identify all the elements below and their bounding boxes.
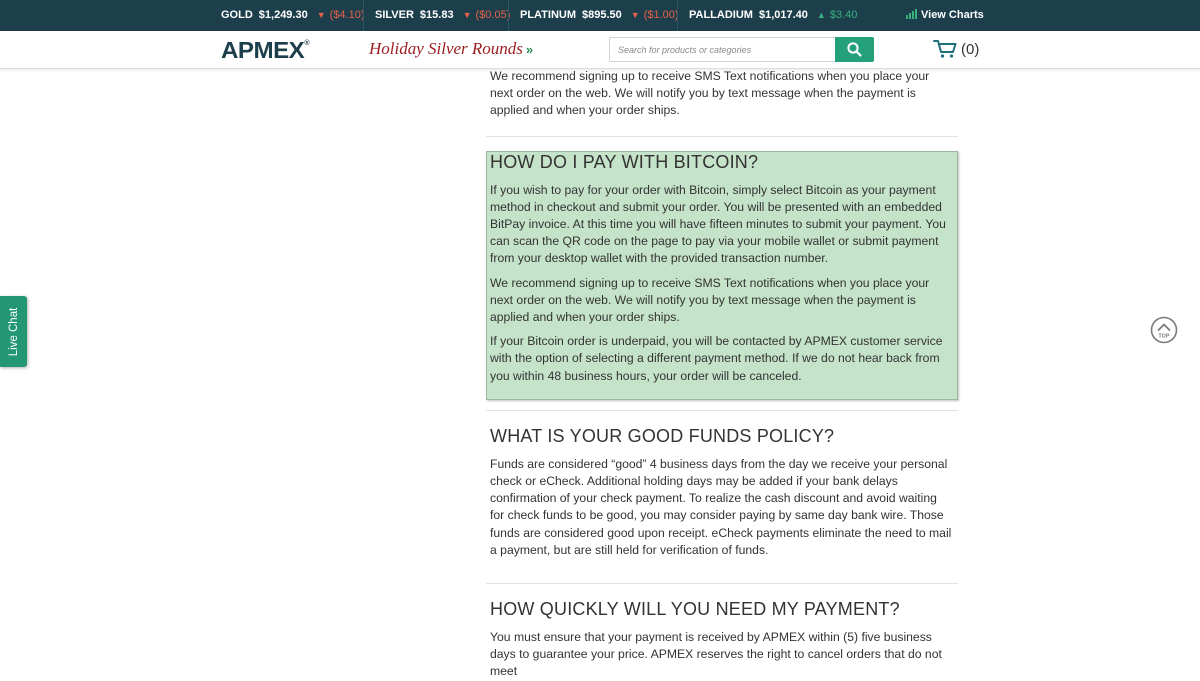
chevron-up-icon: TOP bbox=[1150, 316, 1178, 344]
arrow-down-icon: ▼ bbox=[462, 10, 472, 20]
view-charts-link[interactable]: View Charts bbox=[906, 0, 984, 31]
ticker-price: $895.50 bbox=[582, 9, 622, 21]
ticker-item-silver[interactable]: SILVER $15.83 ▼ ($0.05) bbox=[375, 0, 510, 31]
arrow-up-icon: ▲ bbox=[816, 10, 826, 20]
ticker-metal: SILVER bbox=[375, 9, 414, 21]
ticker-item-platinum[interactable]: PLATINUM $895.50 ▼ ($1.00) bbox=[520, 0, 679, 31]
cart-count: (0) bbox=[961, 40, 980, 58]
faq-title: HOW QUICKLY WILL YOU NEED MY PAYMENT? bbox=[490, 599, 900, 620]
ticker-price: $15.83 bbox=[419, 9, 454, 21]
price-ticker-bar: GOLD $1,249.30 ▼ ($4.10) SILVER $15.83 ▼ ($0.0… bbox=[0, 0, 1200, 31]
double-chevron-right-icon: » bbox=[525, 42, 534, 57]
search-icon bbox=[847, 42, 862, 57]
live-chat-label: Live Chat bbox=[7, 307, 20, 356]
ticker-item-palladium[interactable]: PALLADIUM $1,017.40 ▲ $3.40 bbox=[689, 0, 857, 31]
bar-chart-icon bbox=[906, 9, 917, 19]
ticker-change: ($0.05) bbox=[475, 9, 511, 21]
holiday-promo-link[interactable]: Holiday Silver Rounds» bbox=[369, 39, 533, 59]
faq-good-funds: WHAT IS YOUR GOOD FUNDS POLICY? Funds ar… bbox=[486, 411, 958, 559]
ticker-metal: PLATINUM bbox=[520, 9, 577, 21]
promo-text: Holiday Silver Rounds bbox=[369, 39, 523, 58]
faq-paragraph: If you wish to pay for your order with B… bbox=[490, 182, 946, 266]
ticker-change: ($4.10) bbox=[329, 9, 365, 21]
arrow-down-icon: ▼ bbox=[316, 10, 326, 20]
ticker-divider bbox=[677, 0, 678, 31]
shopping-cart-icon bbox=[933, 40, 957, 58]
search-button[interactable] bbox=[835, 37, 874, 62]
arrow-down-icon: ▼ bbox=[630, 10, 640, 20]
logo-text: APMEX bbox=[221, 37, 305, 63]
faq-paragraph: If your Bitcoin order is underpaid, you … bbox=[490, 334, 943, 383]
faq-content: We recommend signing up to receive SMS T… bbox=[486, 68, 958, 681]
ticker-item-gold[interactable]: GOLD $1,249.30 ▼ ($4.10) bbox=[221, 0, 365, 31]
ticker-change: $3.40 bbox=[829, 9, 858, 21]
faq-paragraph: We recommend signing up to receive SMS T… bbox=[490, 275, 930, 325]
ticker-change: ($1.00) bbox=[643, 9, 679, 21]
search-input[interactable] bbox=[609, 37, 835, 62]
faq-paragraph: Funds are considered “good” 4 business d… bbox=[490, 456, 952, 557]
back-to-top-button[interactable]: TOP bbox=[1150, 316, 1178, 344]
faq-bitcoin: HOW DO I PAY WITH BITCOIN? If you wish t… bbox=[486, 137, 958, 385]
ticker-divider bbox=[363, 0, 364, 31]
ticker-metal: PALLADIUM bbox=[689, 9, 753, 21]
ticker-price: $1,249.30 bbox=[258, 9, 308, 21]
ticker-metal: GOLD bbox=[221, 9, 253, 21]
top-label: TOP bbox=[1158, 334, 1170, 340]
faq-paragraph: You must ensure that your payment is rec… bbox=[490, 630, 942, 679]
faq-title: WHAT IS YOUR GOOD FUNDS POLICY? bbox=[490, 425, 835, 446]
view-charts-label: View Charts bbox=[921, 9, 984, 21]
faq-payment-timing: HOW QUICKLY WILL YOU NEED MY PAYMENT? Yo… bbox=[486, 584, 958, 681]
ticker-divider bbox=[508, 0, 509, 31]
registered-mark: ® bbox=[304, 40, 310, 47]
live-chat-button[interactable]: Live Chat bbox=[0, 296, 27, 367]
apmex-logo[interactable]: APMEX® bbox=[221, 37, 310, 64]
faq-title: HOW DO I PAY WITH BITCOIN? bbox=[490, 151, 759, 172]
ticker-price: $1,017.40 bbox=[758, 9, 808, 21]
site-header: APMEX® Holiday Silver Rounds» (0) bbox=[0, 31, 1200, 69]
sms-notice-paragraph: We recommend signing up to receive SMS T… bbox=[490, 69, 930, 118]
cart-button[interactable]: (0) bbox=[933, 39, 979, 61]
